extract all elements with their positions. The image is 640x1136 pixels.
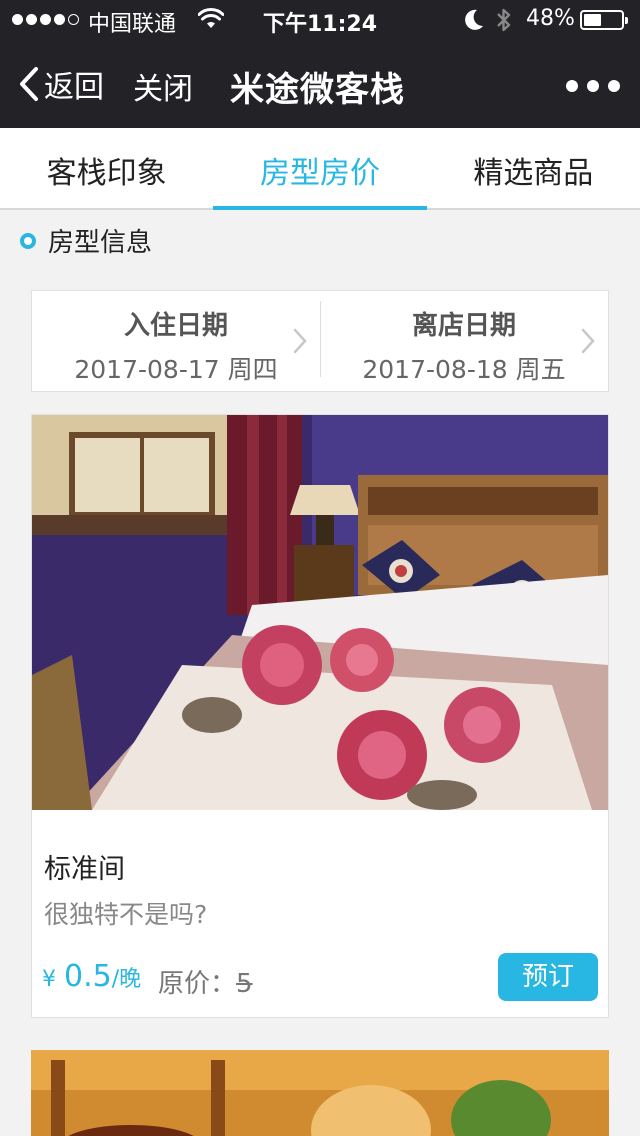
checkin-date-picker[interactable]: 入住日期 2017-08-17 周四 [32, 291, 320, 391]
checkout-label: 离店日期 [411, 311, 516, 341]
checkout-value: 2017-08-18 周五 [362, 355, 566, 384]
close-button[interactable]: 关闭 [133, 64, 193, 108]
price-unit: /晚 [111, 967, 142, 992]
more-dots-icon [566, 80, 578, 92]
page-title: 米途微客栈 [230, 70, 405, 110]
status-bar: 中国联通 下午11:24 48% [0, 0, 640, 40]
bluetooth-icon [495, 7, 513, 37]
tab-bar: 客栈印象 房型房价 精选商品 [0, 128, 640, 210]
tab-inn-impression[interactable]: 客栈印象 [0, 128, 213, 208]
room-description: 很独特不是吗? [44, 900, 208, 929]
date-selector: 入住日期 2017-08-17 周四 离店日期 2017-08-18 周五 [31, 290, 609, 392]
section-title: 房型信息 [48, 228, 153, 258]
chevron-right-icon [581, 328, 595, 354]
chevron-left-icon [20, 67, 38, 101]
nav-bar: 返回 关闭 米途微客栈 [0, 40, 640, 128]
room-price: ¥ 0.5 /晚 [42, 959, 141, 994]
currency-symbol: ¥ [42, 967, 56, 992]
room-photo [32, 415, 608, 810]
back-label: 返回 [44, 70, 104, 105]
checkout-date-picker[interactable]: 离店日期 2017-08-18 周五 [320, 291, 608, 391]
chevron-right-icon [293, 328, 307, 354]
do-not-disturb-icon [463, 8, 485, 36]
original-price-label: 原价： [158, 969, 237, 999]
room-name: 标准间 [44, 854, 125, 885]
room-photo-next [31, 1050, 609, 1136]
section-header: 房型信息 [20, 222, 152, 259]
circle-bullet-icon [20, 232, 36, 249]
back-button[interactable]: 返回 [18, 62, 104, 106]
battery-icon [580, 10, 628, 30]
book-button[interactable]: 预订 [498, 953, 598, 1001]
original-price-value: 5 [236, 969, 253, 999]
more-menu-button[interactable] [566, 80, 620, 92]
battery-percent: 48% [526, 6, 575, 31]
price-value: 0.5 [64, 959, 112, 994]
checkin-value: 2017-08-17 周四 [74, 355, 278, 384]
room-card[interactable]: 标准间 很独特不是吗? ¥ 0.5 /晚 原价：5 预订 [31, 414, 609, 1018]
tab-featured-products[interactable]: 精选商品 [427, 128, 640, 208]
original-price: 原价：5 [158, 963, 253, 1000]
room-card-next[interactable] [31, 1050, 609, 1136]
tab-room-prices[interactable]: 房型房价 [213, 128, 427, 210]
checkin-label: 入住日期 [123, 311, 228, 341]
